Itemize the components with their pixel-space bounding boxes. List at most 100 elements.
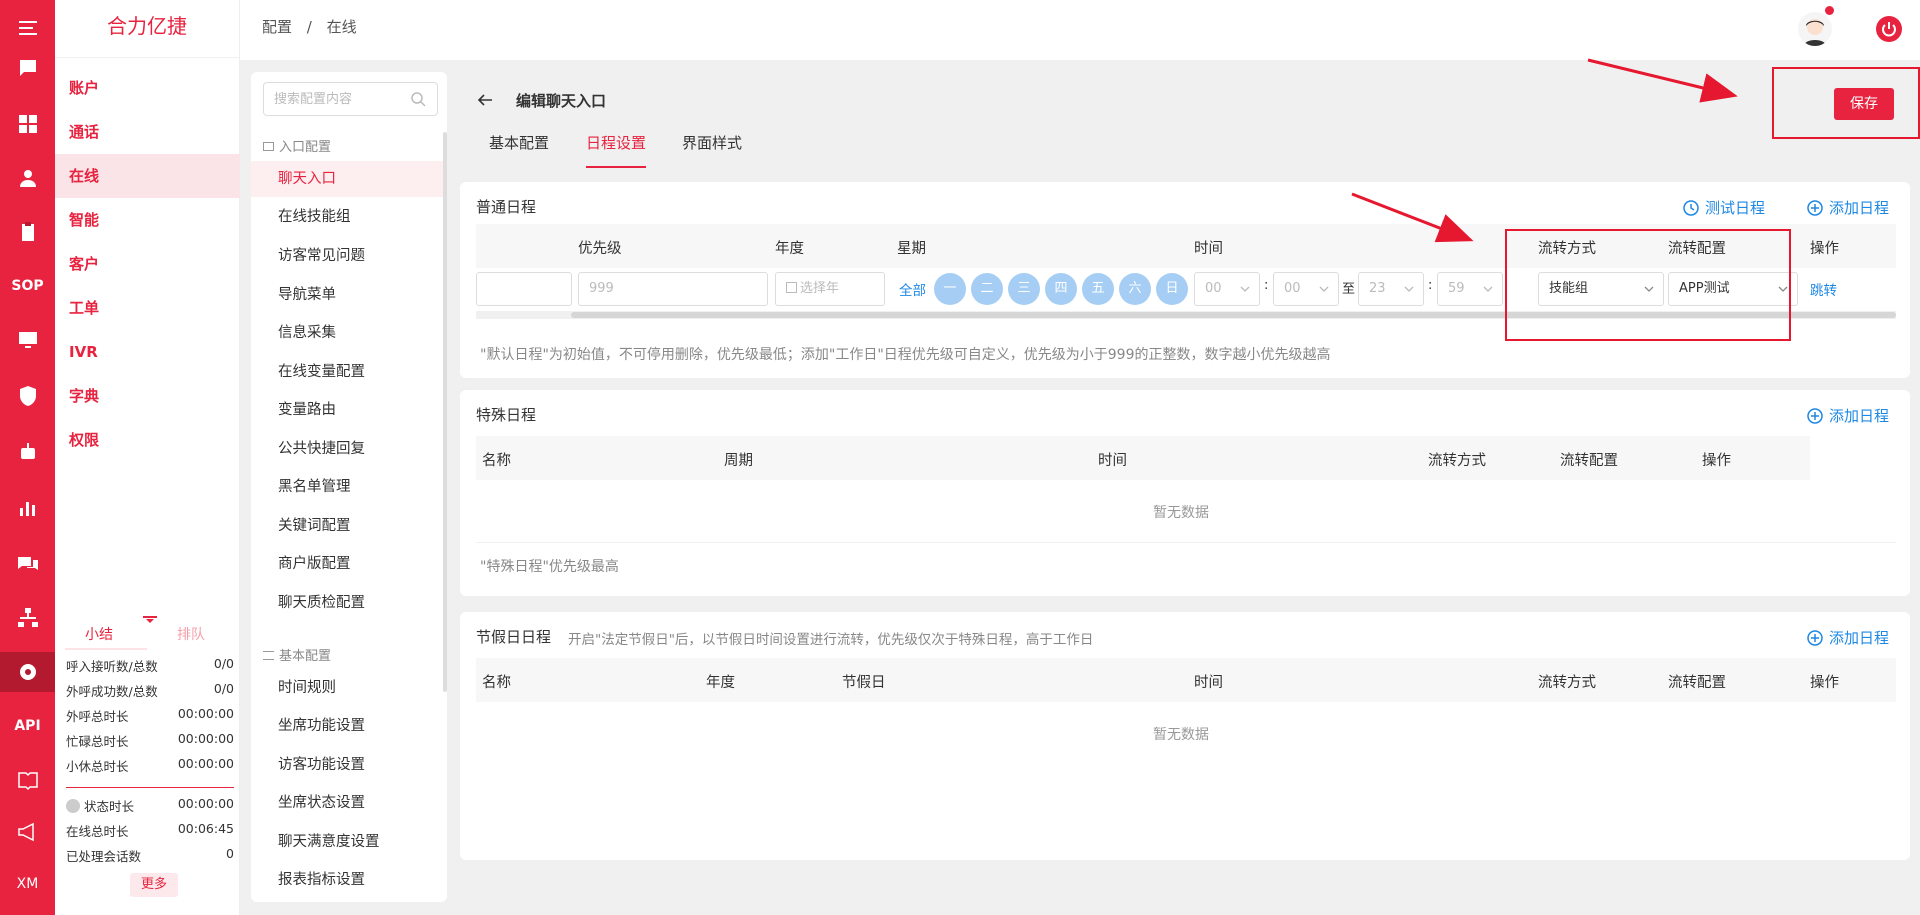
tab-ui-style[interactable]: 界面样式 <box>682 132 742 153</box>
chevron-down-icon <box>1319 286 1329 292</box>
add-schedule-button[interactable]: 添加日程 <box>1806 197 1889 218</box>
add-special-schedule-button[interactable]: 添加日程 <box>1806 405 1889 426</box>
menu-chat-entry[interactable]: 聊天入口 <box>251 161 445 197</box>
weekday-thu-chip[interactable]: 四 <box>1045 273 1077 305</box>
stat-row: 忙碌总时长 00:00:00 <box>66 731 234 749</box>
start-minute-select[interactable]: 00 <box>1273 272 1339 306</box>
messages-icon[interactable] <box>0 544 55 584</box>
name-input[interactable] <box>476 272 572 306</box>
config-scrollbar[interactable] <box>443 132 447 692</box>
menu-agent-status[interactable]: 坐席状态设置 <box>251 785 445 821</box>
menu-satisfaction[interactable]: 聊天满意度设置 <box>251 824 445 860</box>
add-holiday-schedule-button[interactable]: 添加日程 <box>1806 627 1889 648</box>
weekday-fri-chip[interactable]: 五 <box>1082 273 1114 305</box>
bar-chart-icon[interactable] <box>0 488 55 528</box>
robot-icon[interactable] <box>0 432 55 472</box>
avatar[interactable] <box>1798 12 1832 46</box>
grid-icon[interactable] <box>0 104 55 144</box>
chevron-down-icon <box>1240 286 1250 292</box>
collapse-handle-icon[interactable] <box>143 612 157 623</box>
special-schedule-card: 特殊日程 添加日程 名称 周期 时间 流转方式 流转配置 操作 暂无数据 "特殊… <box>460 390 1910 596</box>
weekday-tue-chip[interactable]: 二 <box>971 273 1003 305</box>
menu-visitor-features[interactable]: 访客功能设置 <box>251 747 445 783</box>
sidebar-item-intelligence[interactable]: 智能 <box>55 198 240 242</box>
tab-queue[interactable]: 排队 <box>177 624 205 644</box>
sidebar-item-account[interactable]: 账户 <box>55 66 240 110</box>
stat-row: 状态时长 00:00:00 <box>66 796 234 816</box>
sidebar-item-ticket[interactable]: 工单 <box>55 286 240 330</box>
active-tab-indicator <box>586 166 646 168</box>
org-tree-icon[interactable] <box>0 598 55 638</box>
weekday-wed-chip[interactable]: 三 <box>1008 273 1040 305</box>
col-transfer-config: 流转配置 <box>1560 453 1618 469</box>
test-schedule-button[interactable]: 测试日程 <box>1682 197 1765 218</box>
menu-agent-features[interactable]: 坐席功能设置 <box>251 708 445 744</box>
weekday-mon-chip[interactable]: 一 <box>934 273 966 305</box>
monitor-icon[interactable] <box>0 320 55 360</box>
menu-variable-routing[interactable]: 变量路由 <box>251 392 445 428</box>
megaphone-icon[interactable] <box>0 812 55 852</box>
api-icon[interactable]: API <box>0 706 55 746</box>
chevron-down-icon <box>1404 286 1414 292</box>
weekday-sat-chip[interactable]: 六 <box>1119 273 1151 305</box>
clipboard-icon[interactable] <box>0 212 55 252</box>
breadcrumb-root[interactable]: 配置 <box>262 18 292 36</box>
chevron-down-icon <box>1483 286 1493 292</box>
sidebar-item-ivr[interactable]: IVR <box>55 330 240 374</box>
end-minute-select[interactable]: 59 <box>1437 272 1503 306</box>
priority-input[interactable]: 999 <box>578 272 768 306</box>
power-icon[interactable] <box>1876 16 1902 42</box>
weekday-all-link[interactable]: 全部 <box>899 279 926 299</box>
tab-summary[interactable]: 小结 <box>85 624 113 644</box>
sidebar-item-permission[interactable]: 权限 <box>55 418 240 462</box>
stat-row: 外呼总时长 00:00:00 <box>66 706 234 724</box>
end-hour-select[interactable]: 23 <box>1358 272 1424 306</box>
jump-link[interactable]: 跳转 <box>1810 279 1837 299</box>
search-icon[interactable] <box>410 91 426 107</box>
section-title: 普通日程 <box>476 198 537 216</box>
plus-circle-icon <box>1807 629 1823 646</box>
sidebar-item-dictionary[interactable]: 字典 <box>55 374 240 418</box>
sidebar-item-customer[interactable]: 客户 <box>55 242 240 286</box>
user-icon[interactable] <box>0 158 55 198</box>
menu-keywords[interactable]: 关键词配置 <box>251 508 445 544</box>
col-name: 名称 <box>482 453 511 469</box>
sidebar-item-online[interactable]: 在线 <box>55 154 240 198</box>
main-content: 编辑聊天入口 保存 基本配置 日程设置 界面样式 普通日程 测试日程 添加日程 … <box>460 72 1920 915</box>
year-picker[interactable]: 选择年 <box>775 272 885 306</box>
menu-nav-menu[interactable]: 导航菜单 <box>251 277 445 313</box>
col-transfer-mode: 流转方式 <box>1428 453 1486 469</box>
menu-chat-qa[interactable]: 聊天质检配置 <box>251 585 445 621</box>
special-schedule-note: "特殊日程"优先级最高 <box>480 559 619 575</box>
shield-icon[interactable] <box>0 376 55 416</box>
tab-schedule[interactable]: 日程设置 <box>586 132 646 153</box>
more-button[interactable]: 更多 <box>130 873 178 897</box>
start-hour-select[interactable]: 00 <box>1194 272 1260 306</box>
col-weekday: 星期 <box>897 241 926 257</box>
notification-dot <box>1825 6 1834 15</box>
back-arrow-icon[interactable] <box>477 92 493 108</box>
stat-row: 呼入接听数/总数 0/0 <box>66 656 234 674</box>
weekday-sun-chip[interactable]: 日 <box>1156 273 1188 305</box>
menu-icon[interactable] <box>0 8 55 48</box>
book-icon[interactable] <box>0 760 55 800</box>
stat-row: 外呼成功数/总数 0/0 <box>66 681 234 699</box>
settings-gear-icon[interactable] <box>0 652 55 692</box>
sidebar-item-call[interactable]: 通话 <box>55 110 240 154</box>
xm-icon[interactable]: XM <box>0 864 55 904</box>
sidebar: 合力亿捷 账户 通话 在线 智能 客户 工单 IVR 字典 权限 小结 排队 呼… <box>55 0 240 915</box>
menu-info-collection[interactable]: 信息采集 <box>251 315 445 351</box>
col-transfer-config: 流转配置 <box>1668 675 1726 691</box>
menu-blacklist[interactable]: 黑名单管理 <box>251 469 445 505</box>
menu-time-rules[interactable]: 时间规则 <box>251 670 445 706</box>
menu-quick-replies[interactable]: 公共快捷回复 <box>251 431 445 467</box>
menu-merchant[interactable]: 商户版配置 <box>251 546 445 582</box>
chat-icon[interactable] <box>0 48 55 88</box>
sop-icon[interactable]: SOP <box>0 266 55 306</box>
menu-report-metrics[interactable]: 报表指标设置 <box>251 862 445 898</box>
tab-basic-config[interactable]: 基本配置 <box>489 132 549 153</box>
menu-online-skill-group[interactable]: 在线技能组 <box>251 199 445 235</box>
menu-visitor-faq[interactable]: 访客常见问题 <box>251 238 445 274</box>
menu-online-variables[interactable]: 在线变量配置 <box>251 354 445 390</box>
clock-icon <box>1683 199 1699 216</box>
